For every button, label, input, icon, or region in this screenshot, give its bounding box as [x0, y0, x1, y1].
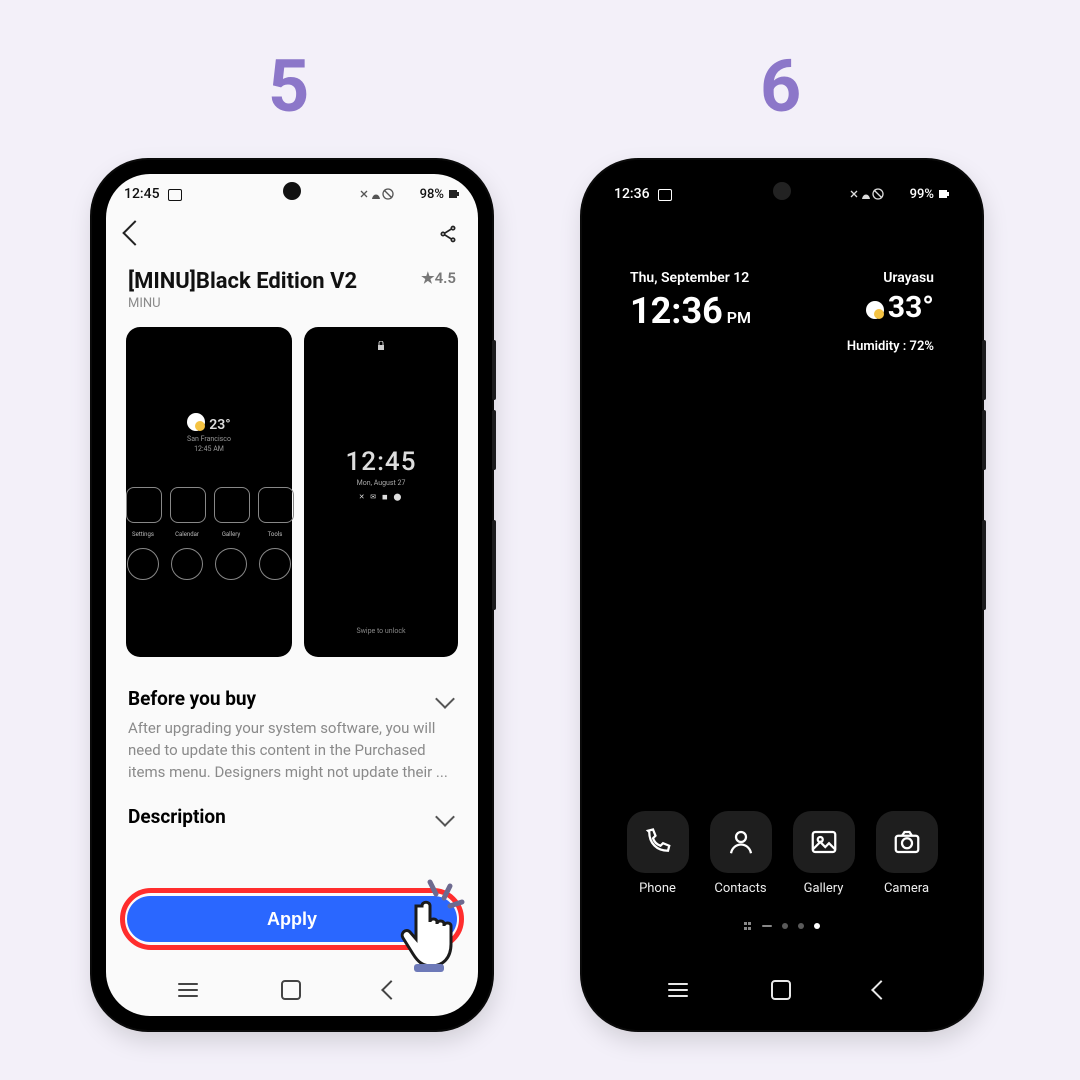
- app-label: Contacts: [714, 881, 766, 896]
- nav-bar: [106, 964, 478, 1016]
- page-dot-active: [814, 923, 820, 929]
- description-title: Description: [128, 805, 226, 828]
- volume-up: [492, 340, 496, 400]
- before-you-buy-title: Before you buy: [128, 687, 256, 710]
- back-icon[interactable]: [122, 220, 147, 245]
- picture-icon: [168, 189, 182, 201]
- status-time: 12:36: [614, 186, 650, 202]
- city: San Francisco: [187, 435, 231, 443]
- weather-icon: [866, 301, 884, 319]
- notif-icons: ✕ ✉ ◼ ⬤: [359, 493, 404, 501]
- date-label: Thu, September 12: [630, 270, 751, 286]
- time-label: 12:36: [630, 290, 723, 332]
- mini-clock: 12:45 AM: [194, 445, 224, 453]
- before-you-buy-body: After upgrading your system software, yo…: [106, 714, 478, 783]
- location-label: Urayasu: [847, 270, 934, 286]
- app-label: Phone: [639, 881, 676, 896]
- phone-step5: 12:45 98% [: [92, 160, 492, 1030]
- camera-icon: [892, 827, 922, 857]
- nav-recents[interactable]: [178, 983, 198, 997]
- page-indicator[interactable]: [596, 922, 968, 930]
- volume-down: [492, 410, 496, 470]
- home-indicator: [762, 925, 772, 927]
- front-camera: [773, 182, 791, 200]
- lock-date: Mon, August 27: [357, 479, 406, 487]
- nav-bar: [596, 964, 968, 1016]
- volume-up: [982, 340, 986, 400]
- status-icons: [848, 187, 906, 201]
- power-button: [982, 520, 986, 610]
- lock-clock: 12:45: [346, 447, 417, 477]
- step-number-5: 5: [268, 44, 309, 129]
- contacts-icon: [726, 827, 756, 857]
- vendor: MINU: [106, 296, 478, 311]
- before-you-buy-header[interactable]: Before you buy: [106, 673, 478, 714]
- chevron-down-icon: [435, 807, 455, 827]
- nav-recents[interactable]: [668, 983, 688, 997]
- theme-title: [MINU]Black Edition V2: [128, 269, 357, 294]
- app-camera[interactable]: Camera: [876, 811, 938, 896]
- lock-icon: [376, 341, 386, 351]
- screenshot-home: 23° San Francisco 12:45 AM SettingsCalen…: [126, 327, 292, 657]
- chevron-down-icon: [435, 689, 455, 709]
- clock-widget[interactable]: Thu, September 12 12:36PM: [630, 270, 751, 354]
- power-button: [492, 520, 496, 610]
- app-label: Gallery: [804, 881, 844, 896]
- apps-grid-icon: [744, 922, 752, 930]
- nav-home[interactable]: [281, 980, 301, 1000]
- apply-highlight: Apply: [120, 888, 464, 950]
- screenshot-lock: 12:45 Mon, August 27 ✕ ✉ ◼ ⬤ Swipe to un…: [304, 327, 458, 657]
- picture-icon: [658, 189, 672, 201]
- app-label: Camera: [884, 881, 929, 896]
- page-dot: [782, 923, 788, 929]
- weather-icon: [187, 413, 205, 431]
- gallery-icon: [809, 827, 839, 857]
- status-time: 12:45: [124, 186, 160, 202]
- battery-icon: [938, 188, 950, 200]
- status-icons: [358, 187, 416, 201]
- volume-down: [982, 410, 986, 470]
- dock: Phone Contacts Gallery Camera: [596, 811, 968, 896]
- app-gallery[interactable]: Gallery: [793, 811, 855, 896]
- phone-step6: 12:36 99% Thu, September 12 12:36PM: [582, 160, 982, 1030]
- share-icon[interactable]: [438, 224, 458, 249]
- humidity-label: Humidity : 72%: [847, 339, 934, 354]
- mini-dock: [127, 548, 291, 580]
- weather-widget[interactable]: Urayasu 33° Humidity : 72%: [847, 270, 934, 354]
- step-number-6: 6: [760, 44, 801, 129]
- app-phone[interactable]: Phone: [627, 811, 689, 896]
- page-dot: [798, 923, 804, 929]
- battery-pct: 98%: [420, 187, 444, 202]
- rating: ★4.5: [421, 269, 456, 287]
- mini-apps: SettingsCalendarGalleryTools: [126, 487, 292, 538]
- screenshot-row[interactable]: 23° San Francisco 12:45 AM SettingsCalen…: [106, 311, 478, 673]
- ampm-label: PM: [727, 308, 751, 327]
- battery-pct: 99%: [910, 187, 934, 202]
- battery-icon: [448, 188, 460, 200]
- nav-back[interactable]: [871, 980, 891, 1000]
- nav-home[interactable]: [771, 980, 791, 1000]
- temp-label: 33°: [888, 290, 934, 325]
- phone-icon: [643, 827, 673, 857]
- front-camera: [283, 182, 301, 200]
- swipe-hint: Swipe to unlock: [356, 627, 405, 635]
- description-header[interactable]: Description: [106, 783, 478, 832]
- nav-back[interactable]: [381, 980, 401, 1000]
- app-contacts[interactable]: Contacts: [710, 811, 772, 896]
